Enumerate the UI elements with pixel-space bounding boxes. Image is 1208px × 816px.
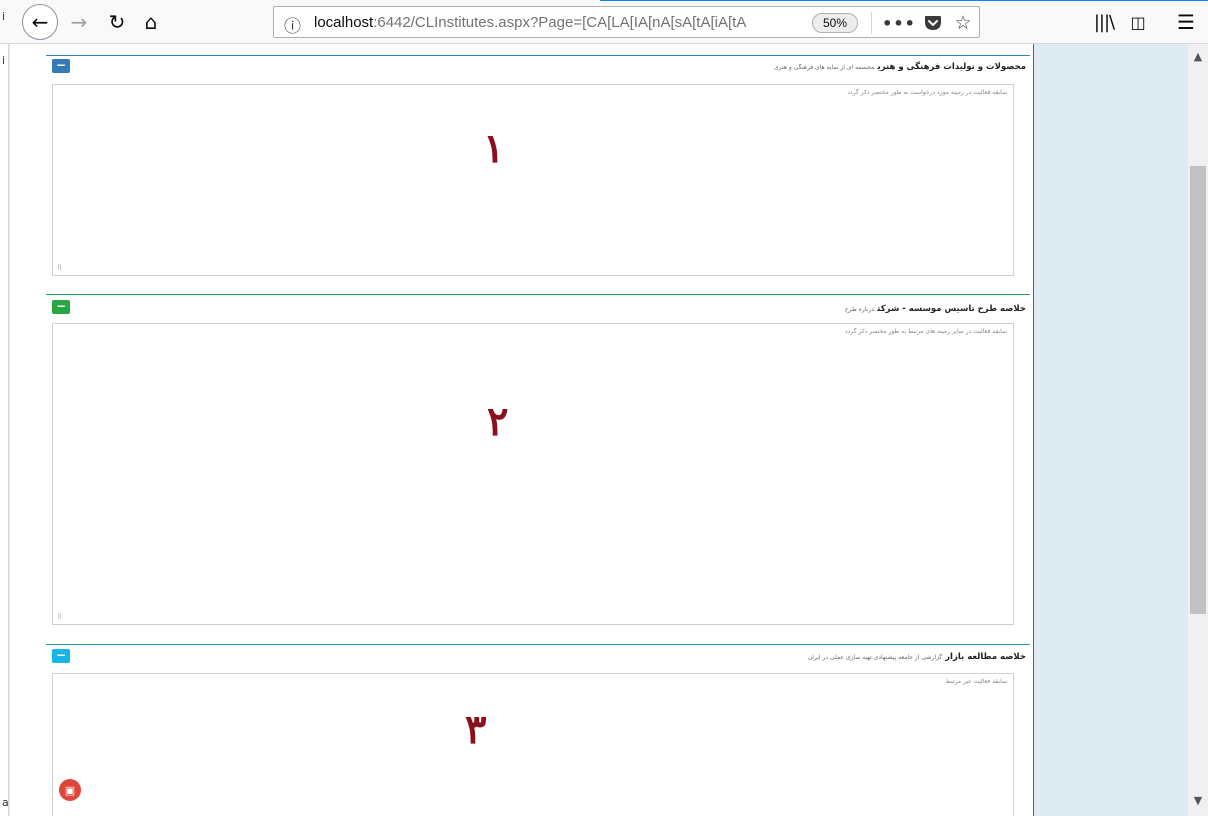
arrow-right-icon: → <box>70 10 88 34</box>
record-button[interactable]: ▣ <box>59 779 81 801</box>
panel-title: محصولات و تولیدات فرهنگی و هنریمجسمه ای … <box>774 62 1026 72</box>
description-textarea[interactable]: سابقه فعالیت غیر مرتبط ٣ <box>52 673 1014 816</box>
address-bar-divider <box>871 12 872 34</box>
hamburger-icon: ☰ <box>1177 10 1195 34</box>
pocket-icon <box>925 16 941 30</box>
panel-plan-summary: − خلاصه طرح تاسیس موسسه - شرکتدرباره طرح… <box>46 294 1030 632</box>
panel-subtitle: درباره طرح <box>844 306 875 313</box>
annotation-number: ٢ <box>487 398 509 445</box>
browser-toolbar: ← → ↻ ⌂ ⓘ localhost:6442/CLInstitutes.as… <box>0 0 1208 44</box>
panel-rule <box>46 55 1030 56</box>
edge-label: a <box>2 796 9 809</box>
loading-indicator <box>600 0 1208 1</box>
panel-title-text: خلاصه مطالعه بازار <box>945 652 1026 662</box>
annotation-number: ٣ <box>465 706 487 753</box>
panel-products: − محصولات و تولیدات فرهنگی و هنریمجسمه ا… <box>46 55 1030 280</box>
url-path: :6442/CLInstitutes.aspx?Page=[CA[LA[IA[n… <box>373 14 747 31</box>
textarea-placeholder: سابقه فعالیت در زمینه مورد درخواست به طو… <box>847 89 1007 96</box>
textarea-placeholder: سابقه فعالیت در سایر زمینه های مرتبط به … <box>844 328 1007 335</box>
address-bar[interactable]: ⓘ localhost:6442/CLInstitutes.aspx?Page=… <box>273 6 980 38</box>
resize-grip-icon[interactable]: ⠿ <box>57 613 62 621</box>
description-textarea[interactable]: سابقه فعالیت در زمینه مورد درخواست به طو… <box>52 84 1014 276</box>
description-textarea[interactable]: سابقه فعالیت در سایر زمینه های مرتبط به … <box>52 323 1014 625</box>
panel-title: خلاصه مطالعه بازارگزارشی از جامعه پیشنها… <box>808 652 1026 662</box>
library-button[interactable]: |||\ <box>1090 6 1118 38</box>
site-info-icon[interactable]: ⓘ <box>284 12 301 37</box>
back-button[interactable]: ← <box>22 4 58 40</box>
forward-button[interactable]: → <box>66 6 92 38</box>
pocket-button[interactable] <box>920 11 946 35</box>
collapse-button[interactable]: − <box>52 59 70 73</box>
sidebar-button[interactable]: ◫ <box>1124 6 1152 38</box>
reload-button[interactable]: ↻ <box>104 6 130 38</box>
textarea-placeholder: سابقه فعالیت غیر مرتبط <box>945 678 1007 685</box>
star-icon: ☆ <box>954 12 972 34</box>
page-content: − محصولات و تولیدات فرهنگی و هنریمجسمه ا… <box>10 44 1034 816</box>
arrow-left-icon: ← <box>31 10 49 34</box>
reload-icon: ↻ <box>108 10 126 34</box>
scroll-up-button[interactable]: ▲ <box>1188 50 1208 70</box>
panel-title-text: محصولات و تولیدات فرهنگی و هنری <box>877 62 1026 72</box>
resize-grip-icon[interactable]: ⠿ <box>57 264 62 272</box>
stop-icon: ▣ <box>64 783 76 797</box>
home-icon: ⌂ <box>144 10 158 34</box>
page-actions-button[interactable]: ••• <box>882 11 915 35</box>
panel-title-text: خلاصه طرح تاسیس موسسه - شرکت <box>877 304 1026 314</box>
panel-rule <box>46 644 1030 645</box>
sidebar-icon: ◫ <box>1130 12 1146 32</box>
library-icon: |||\ <box>1093 11 1115 33</box>
url-host: localhost <box>314 14 374 31</box>
zoom-badge[interactable]: 50% <box>812 13 858 33</box>
vertical-scrollbar[interactable]: ▲ ▼ <box>1188 44 1208 816</box>
chevron-down-icon: ▼ <box>1193 794 1203 807</box>
scroll-thumb[interactable] <box>1190 166 1206 614</box>
collapse-button[interactable]: − <box>52 649 70 663</box>
collapse-button[interactable]: − <box>52 300 70 314</box>
home-button[interactable]: ⌂ <box>138 6 164 38</box>
bookmark-button[interactable]: ☆ <box>950 11 976 35</box>
panel-rule <box>46 294 1030 295</box>
url-text[interactable]: localhost:6442/CLInstitutes.aspx?Page=[C… <box>314 14 774 34</box>
annotation-number: ١ <box>483 125 505 172</box>
edge-label: i <box>2 10 6 23</box>
edge-label: i <box>2 54 6 67</box>
menu-button[interactable]: ☰ <box>1172 6 1200 38</box>
chevron-up-icon: ▲ <box>1193 50 1203 63</box>
panel-title: خلاصه طرح تاسیس موسسه - شرکتدرباره طرح <box>845 304 1026 314</box>
left-window-edge: i i a <box>0 10 9 816</box>
scroll-down-button[interactable]: ▼ <box>1188 794 1208 814</box>
panel-subtitle: گزارشی از جامعه پیشنهادی تهیه سازی عملی … <box>807 654 943 661</box>
panel-subtitle: مجسمه ای از نمایه های فرهنگی و هنری <box>773 64 875 71</box>
viewport: i i a − محصولات و تولیدات فرهنگی و هنریم… <box>0 10 1208 816</box>
panel-market-study: − خلاصه مطالعه بازارگزارشی از جامعه پیشن… <box>46 644 1030 816</box>
